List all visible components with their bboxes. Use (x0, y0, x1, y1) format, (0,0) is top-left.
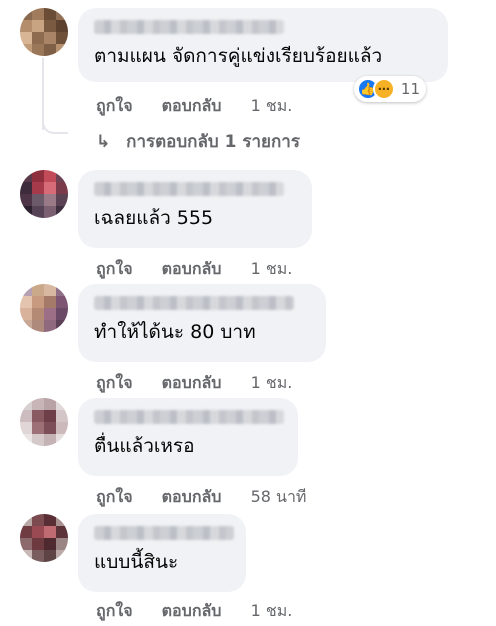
comment-text: ตามแผน จัดการคู่แข่งเรียบร้อยแล้ว (94, 45, 383, 67)
like-button[interactable]: ถูกใจ (96, 601, 133, 620)
avatar[interactable] (20, 284, 68, 332)
thread-connector-curve (42, 100, 68, 134)
reply-button[interactable]: ตอบกลับ (162, 487, 222, 506)
comment-bubble: เฉลยแล้ว 555 (78, 170, 312, 248)
like-button[interactable]: ถูกใจ (96, 373, 133, 392)
timestamp[interactable]: 1 ชม. (251, 259, 293, 278)
author-name-blurred[interactable] (94, 410, 284, 424)
reply-button[interactable]: ตอบกลับ (162, 373, 222, 392)
reaction-summary[interactable]: 👍 ⋯ 11 (353, 76, 426, 102)
author-name-blurred[interactable] (94, 526, 234, 540)
avatar[interactable] (20, 398, 68, 446)
view-replies-label: การตอบกลับ 1 รายการ (126, 132, 300, 152)
like-button[interactable]: ถูกใจ (96, 96, 133, 115)
view-replies-link[interactable]: ↳ การตอบกลับ 1 รายการ (96, 128, 300, 155)
author-name-blurred[interactable] (94, 182, 284, 196)
timestamp[interactable]: 1 ชม. (251, 601, 293, 620)
haha-icon: ⋯ (372, 78, 395, 100)
reply-button[interactable]: ตอบกลับ (162, 96, 222, 115)
comment-text: ตื่นแล้วเหรอ (94, 435, 195, 457)
reply-button[interactable]: ตอบกลับ (162, 601, 222, 620)
avatar[interactable] (20, 8, 68, 56)
comment-bubble: ทำให้ได้นะ 80 บาท (78, 284, 326, 362)
comment-bubble: ตื่นแล้วเหรอ (78, 398, 298, 476)
comment-actions: ถูกใจ ตอบกลับ 1 ชม. (96, 371, 292, 396)
author-name-blurred[interactable] (94, 296, 294, 310)
timestamp[interactable]: 58 นาที (251, 487, 307, 506)
reply-arrow-icon: ↳ (96, 132, 111, 152)
timestamp[interactable]: 1 ชม. (251, 96, 293, 115)
timestamp[interactable]: 1 ชม. (251, 373, 293, 392)
author-name-blurred[interactable] (94, 20, 284, 34)
like-button[interactable]: ถูกใจ (96, 487, 133, 506)
avatar[interactable] (20, 514, 68, 562)
reply-button[interactable]: ตอบกลับ (162, 259, 222, 278)
comment-text: ทำให้ได้นะ 80 บาท (94, 321, 256, 343)
comment-bubble: ตามแผน จัดการคู่แข่งเรียบร้อยแล้ว (78, 8, 448, 82)
comment-text: เฉลยแล้ว 555 (94, 207, 214, 229)
comment-bubble: แบบนี้สินะ (78, 514, 246, 592)
comment-actions: ถูกใจ ตอบกลับ 1 ชม. (96, 257, 292, 282)
avatar[interactable] (20, 170, 68, 218)
reaction-count: 11 (400, 80, 420, 98)
comment-actions: ถูกใจ ตอบกลับ 1 ชม. (96, 599, 292, 624)
comment-actions: ถูกใจ ตอบกลับ 58 นาที (96, 485, 306, 510)
like-button[interactable]: ถูกใจ (96, 259, 133, 278)
comment-text: แบบนี้สินะ (94, 551, 179, 573)
comment-actions: ถูกใจ ตอบกลับ 1 ชม. (96, 94, 292, 119)
